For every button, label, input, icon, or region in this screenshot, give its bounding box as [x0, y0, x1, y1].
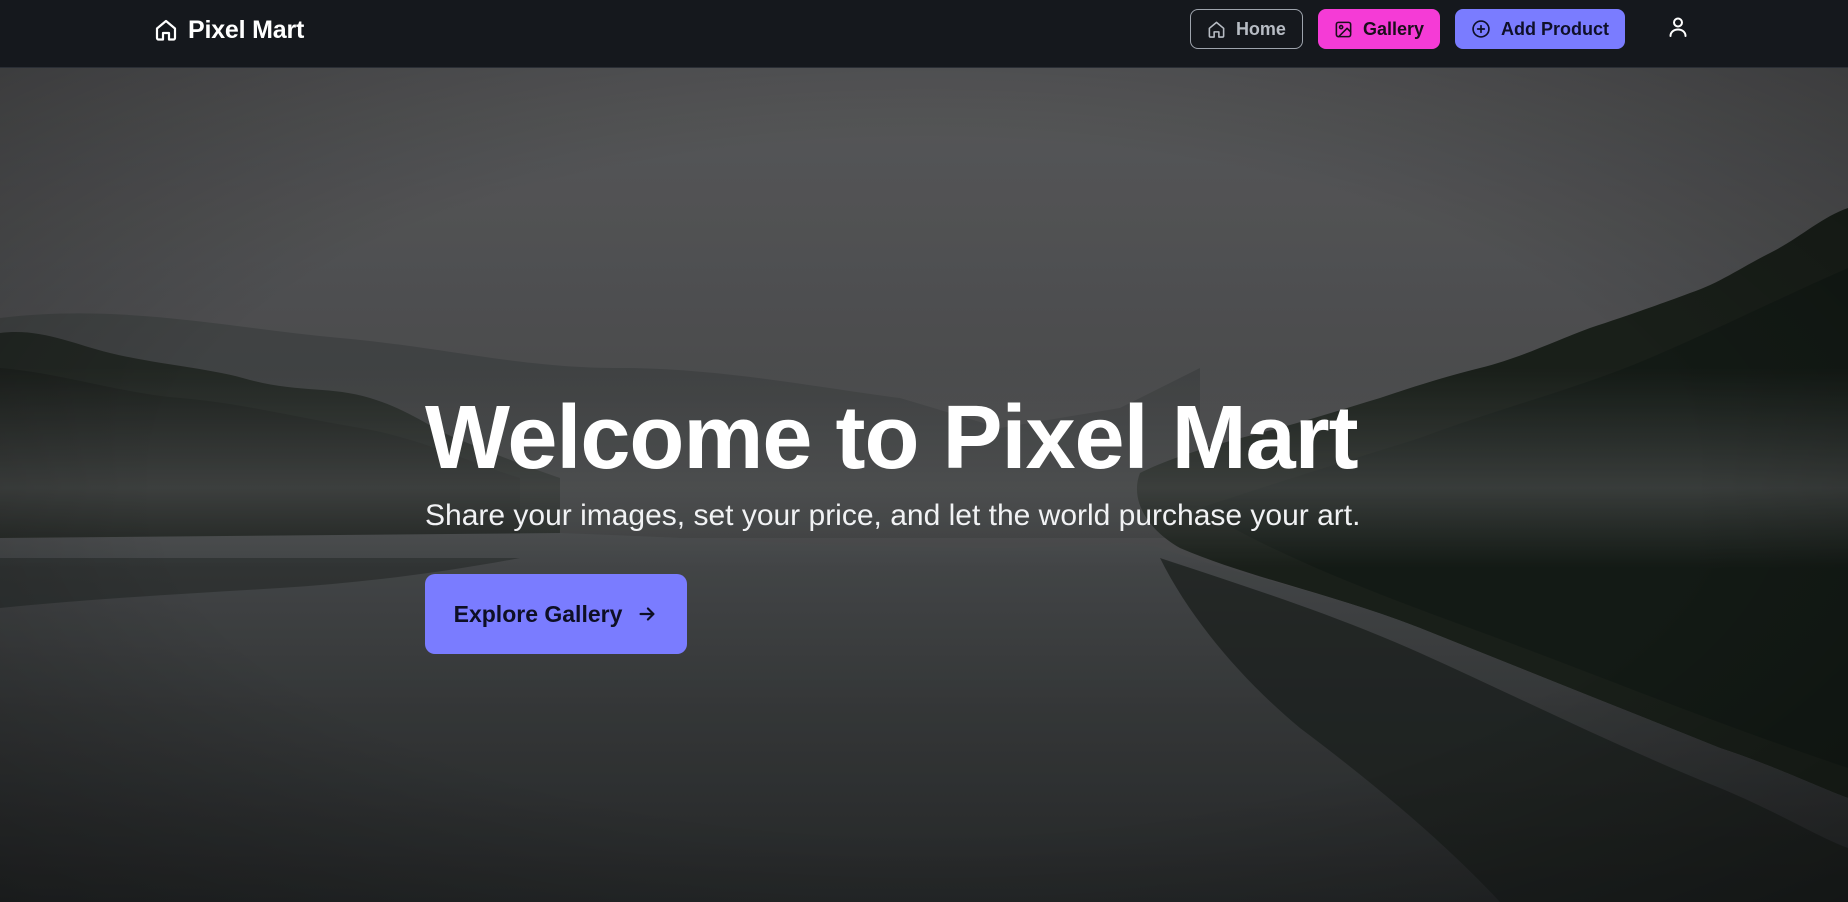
user-icon: [1666, 15, 1690, 44]
explore-gallery-label: Explore Gallery: [453, 600, 623, 627]
gallery-button[interactable]: Gallery: [1317, 9, 1440, 49]
explore-gallery-button[interactable]: Explore Gallery: [425, 574, 687, 654]
home-button-label: Home: [1235, 18, 1286, 39]
home-icon: [154, 18, 178, 42]
home-icon: [1207, 20, 1226, 39]
brand-logo-link[interactable]: Pixel Mart: [154, 14, 304, 46]
arrow-right-icon: [636, 603, 658, 625]
add-product-button[interactable]: Add Product: [1455, 9, 1625, 49]
home-button[interactable]: Home: [1189, 9, 1303, 49]
add-product-button-label: Add Product: [1501, 18, 1609, 39]
image-icon: [1334, 20, 1353, 39]
account-button[interactable]: [1658, 9, 1698, 49]
nav-actions: Home Gallery Add Product: [1189, 9, 1698, 49]
gallery-button-label: Gallery: [1362, 18, 1424, 39]
hero-content: Welcome to Pixel Mart Share your images,…: [425, 388, 1425, 654]
brand-name: Pixel Mart: [188, 15, 305, 44]
hero-section: Welcome to Pixel Mart Share your images,…: [0, 68, 1848, 902]
hero-subtitle: Share your images, set your price, and l…: [425, 499, 1361, 532]
hero-title: Welcome to Pixel Mart: [425, 388, 1359, 488]
top-navbar: Pixel Mart Home Gallery Add Product: [0, 0, 1848, 68]
plus-circle-icon: [1471, 19, 1491, 39]
